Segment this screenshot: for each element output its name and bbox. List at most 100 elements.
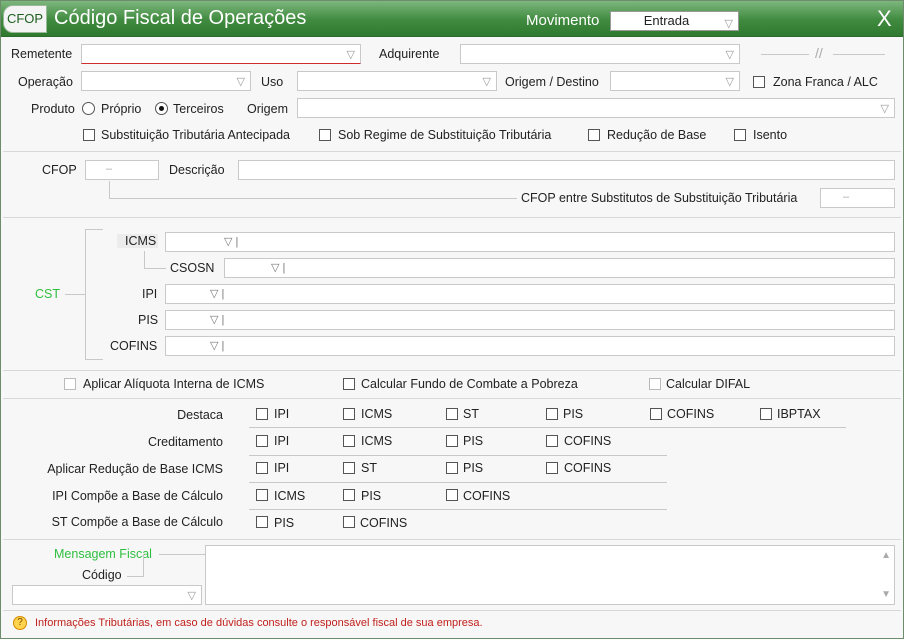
destaca-st-label: ST (463, 407, 479, 421)
creditamento-icms-checkbox[interactable] (343, 435, 355, 447)
isento-checkbox[interactable] (734, 129, 746, 141)
cfop-entre-substitutos-input[interactable]: – (820, 188, 895, 208)
ipi-base-icms-checkbox[interactable] (256, 489, 268, 501)
reducao-base-label: Redução de Base (607, 128, 707, 142)
reducao-st-label: ST (361, 461, 377, 475)
connector (109, 198, 517, 199)
reducao-pis-label: PIS (463, 461, 484, 475)
ipi-base-pis-checkbox[interactable] (343, 489, 355, 501)
ipi-base-cofins-label: COFINS (463, 489, 511, 503)
chevron-down-icon: ▽ | (210, 288, 225, 300)
reducao-ipi-label: IPI (274, 461, 290, 475)
scroll-up-icon[interactable]: ▲ (881, 550, 891, 561)
ipi-base-pis-label: PIS (361, 489, 382, 503)
section-divider (3, 370, 901, 371)
creditamento-pis-checkbox[interactable] (446, 435, 458, 447)
cfop-entre-placeholder: – (843, 191, 850, 203)
descricao-input[interactable] (238, 160, 895, 180)
chevron-down-icon: ▽ | (224, 236, 239, 248)
reducao-cofins-checkbox[interactable] (546, 462, 558, 474)
st-base-label: ST Compõe a Base de Cálculo (51, 515, 223, 529)
reducao-st-checkbox[interactable] (343, 462, 355, 474)
remetente-select[interactable]: ▽ (81, 44, 361, 64)
st-base-cofins-checkbox[interactable] (343, 516, 355, 528)
ipi-cst-select[interactable]: ▽ | (165, 284, 895, 304)
destaca-icms-checkbox[interactable] (343, 408, 355, 420)
pis-cst-select[interactable]: ▽ | (165, 310, 895, 330)
uso-select[interactable]: ▽ (297, 71, 497, 91)
chevron-down-icon: ▽ (346, 49, 355, 61)
aliquota-interna-checkbox[interactable] (64, 378, 76, 390)
ipi-base-cofins-checkbox[interactable] (446, 489, 458, 501)
zona-franca-label: Zona Franca / ALC (773, 75, 878, 89)
movimento-value: Entrada (643, 13, 690, 28)
destaca-ibptax-label: IBPTAX (777, 407, 821, 421)
creditamento-ipi-checkbox[interactable] (256, 435, 268, 447)
reducao-ipi-checkbox[interactable] (256, 462, 268, 474)
codigo-select[interactable]: ▽ (12, 585, 202, 605)
proprio-radio[interactable] (82, 102, 95, 115)
scroll-down-icon[interactable]: ▼ (881, 589, 891, 600)
section-divider (3, 151, 901, 152)
adquirente-select[interactable]: ▽ (460, 44, 740, 64)
creditamento-ipi-label: IPI (274, 434, 290, 448)
ipi-label: IPI (142, 287, 158, 301)
destaca-cofins-label: COFINS (667, 407, 715, 421)
chevron-down-icon: ▽ (724, 18, 733, 30)
difal-checkbox[interactable] (649, 378, 661, 390)
destaca-ipi-checkbox[interactable] (256, 408, 268, 420)
mensagem-fiscal-label: Mensagem Fiscal (54, 547, 152, 561)
divider (833, 54, 885, 55)
icms-cst-select[interactable]: ▽ | (165, 232, 895, 252)
connector (144, 268, 166, 269)
zona-franca-checkbox[interactable] (753, 76, 765, 88)
origem-destino-select[interactable]: ▽ (610, 71, 740, 91)
divider (761, 54, 809, 55)
destaca-ipi-label: IPI (274, 407, 290, 421)
sob-regime-checkbox[interactable] (319, 129, 331, 141)
cfop-entre-substitutos-label: CFOP entre Substitutos de Substituição T… (521, 191, 798, 205)
chevron-down-icon: ▽ | (271, 262, 286, 274)
creditamento-cofins-label: COFINS (564, 434, 612, 448)
reducao-cofins-label: COFINS (564, 461, 612, 475)
operacao-select[interactable]: ▽ (81, 71, 251, 91)
produto-label: Produto (31, 102, 75, 116)
sub-trib-antecipada-checkbox[interactable] (83, 129, 95, 141)
destaca-label: Destaca (177, 408, 223, 422)
section-divider (3, 539, 901, 540)
origem-label: Origem (247, 102, 288, 116)
destaca-ibptax-checkbox[interactable] (760, 408, 772, 420)
row-divider (249, 482, 667, 483)
creditamento-icms-label: ICMS (361, 434, 393, 448)
mensagem-fiscal-textarea[interactable]: ▲ ▼ (205, 545, 895, 605)
row-divider (249, 509, 667, 510)
destaca-cofins-checkbox[interactable] (650, 408, 662, 420)
destaca-st-checkbox[interactable] (446, 408, 458, 420)
section-divider (3, 398, 901, 399)
st-base-pis-checkbox[interactable] (256, 516, 268, 528)
creditamento-cofins-checkbox[interactable] (546, 435, 558, 447)
cfop-code-input[interactable]: – (85, 160, 159, 180)
chevron-down-icon: ▽ (725, 76, 734, 88)
reducao-pis-checkbox[interactable] (446, 462, 458, 474)
st-base-pis-label: PIS (274, 516, 295, 530)
isento-label: Isento (753, 128, 788, 142)
fundo-pobreza-checkbox[interactable] (343, 378, 355, 390)
movimento-select[interactable]: Entrada ▽ (610, 11, 739, 31)
chevron-down-icon: ▽ (187, 590, 196, 602)
chevron-down-icon: ▽ | (210, 314, 225, 326)
creditamento-label: Creditamento (147, 435, 223, 449)
destaca-pis-checkbox[interactable] (546, 408, 558, 420)
terceiros-label: Terceiros (173, 102, 224, 116)
footer-info-text: Informações Tributárias, em caso de dúvi… (35, 617, 483, 629)
close-button[interactable]: X (877, 6, 892, 32)
csosn-select[interactable]: ▽ | (224, 258, 895, 278)
cofins-cst-select[interactable]: ▽ | (165, 336, 895, 356)
reducao-base-checkbox[interactable] (588, 129, 600, 141)
terceiros-radio[interactable] (155, 102, 168, 115)
connector (65, 294, 85, 295)
connector (159, 554, 205, 555)
movimento-label: Movimento (526, 12, 600, 29)
window-title: Código Fiscal de Operações (54, 7, 307, 29)
origem-select[interactable]: ▽ (297, 98, 895, 118)
